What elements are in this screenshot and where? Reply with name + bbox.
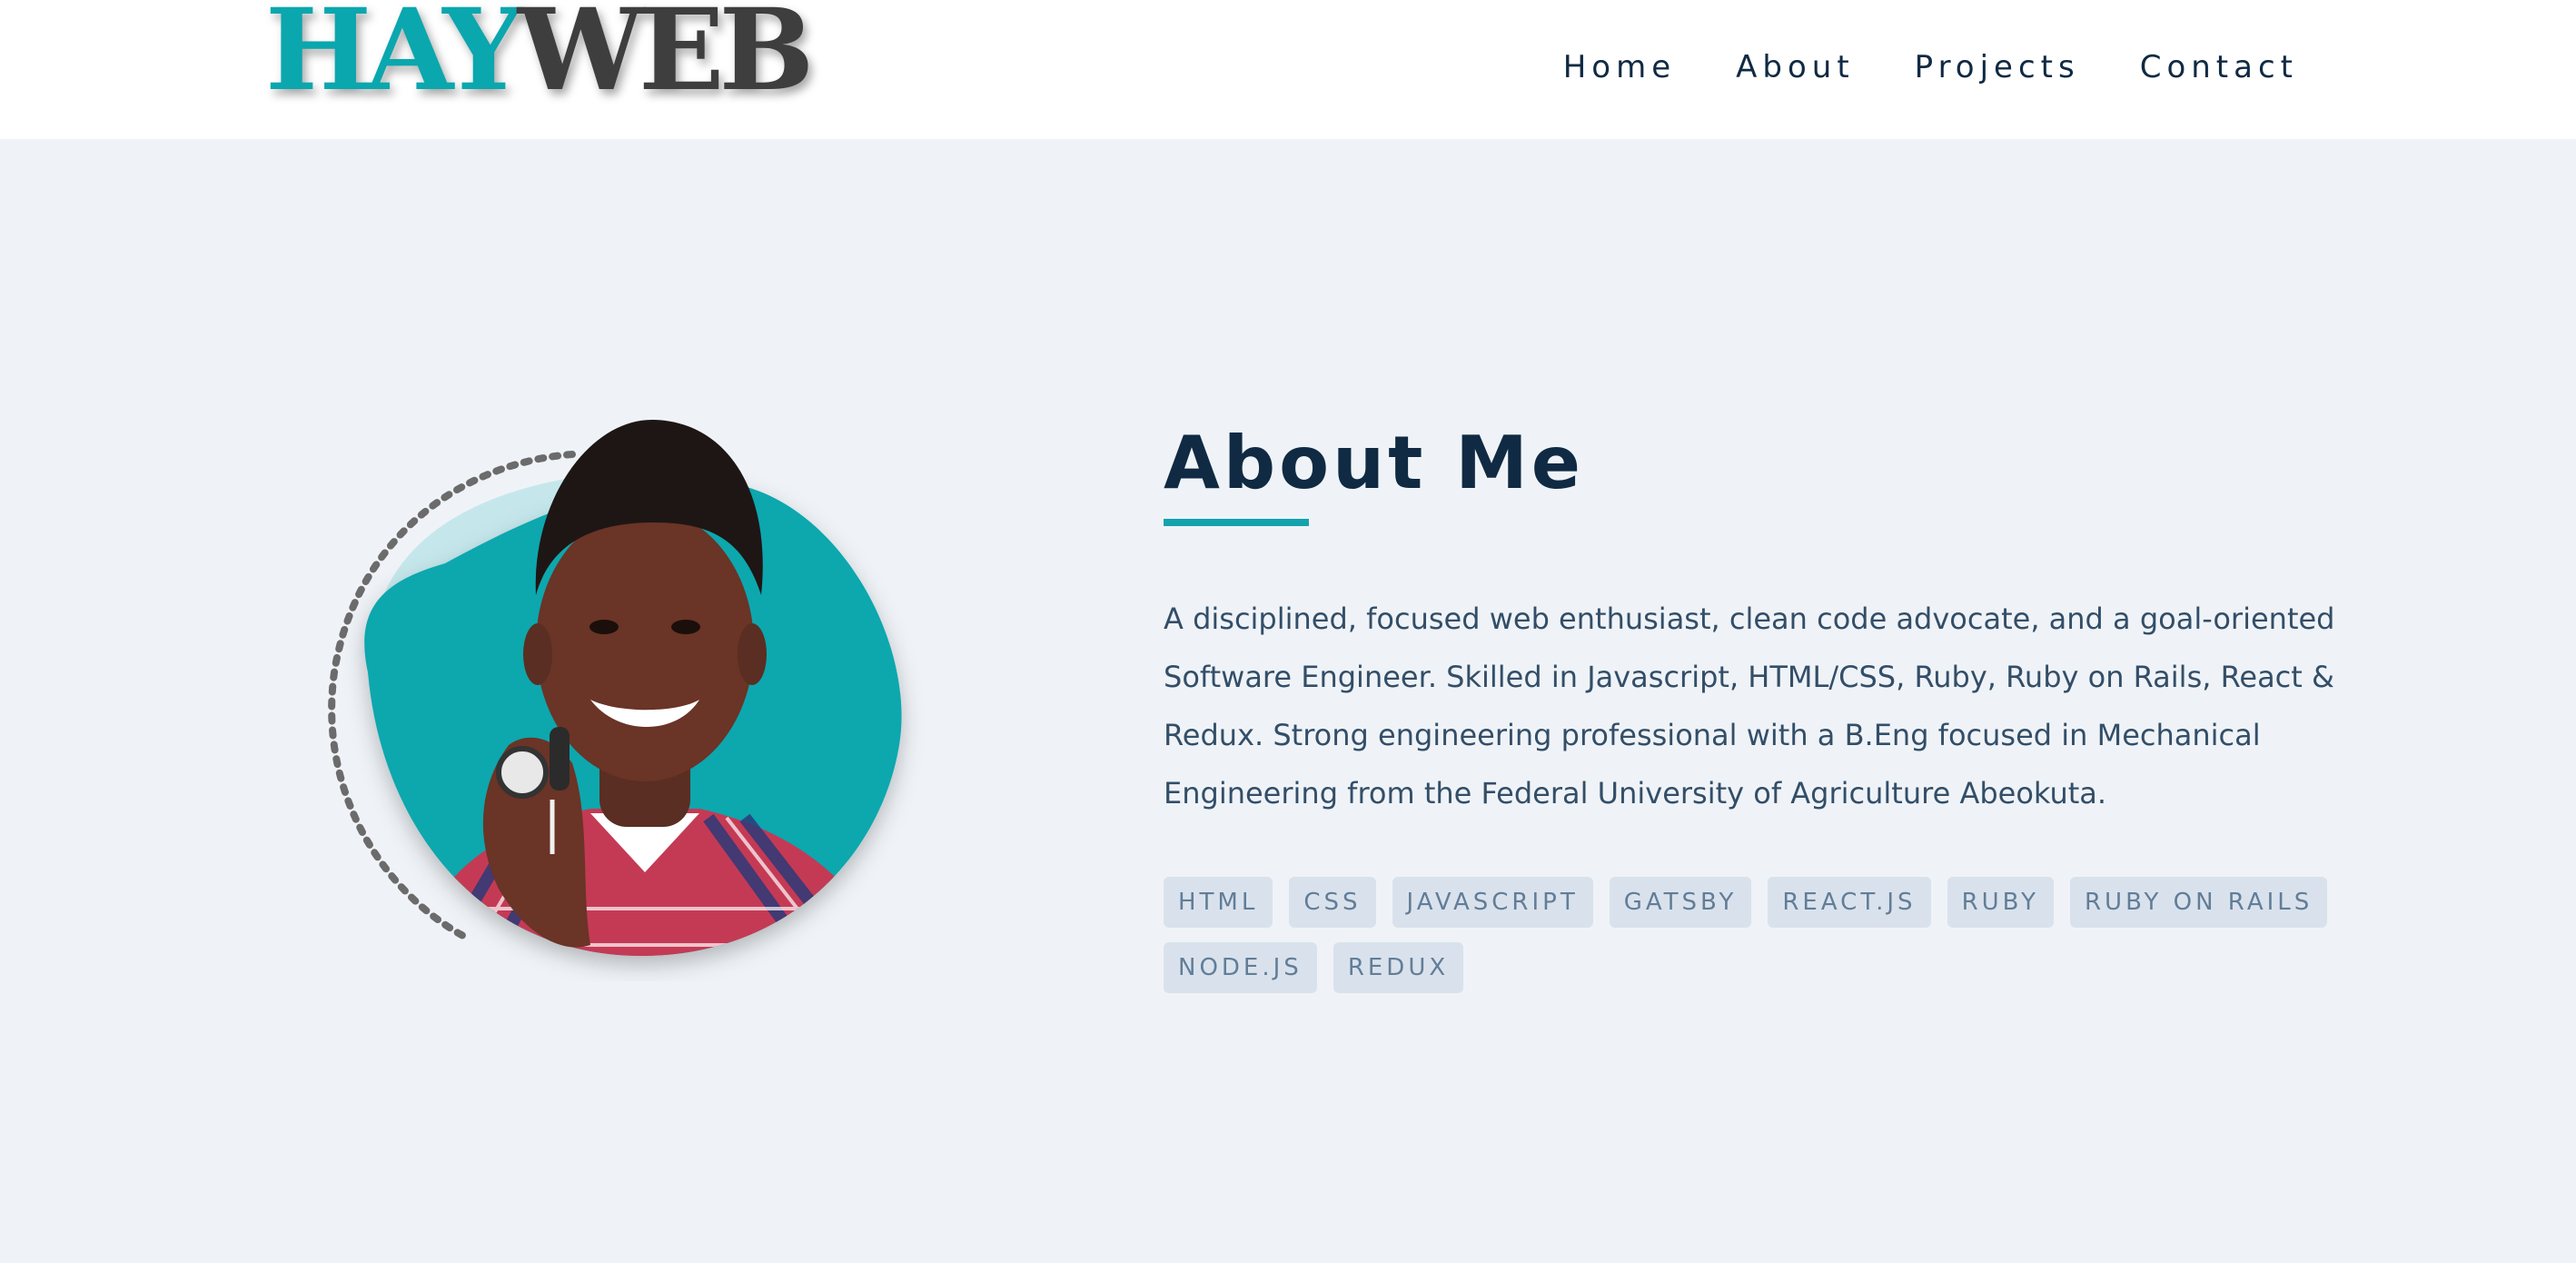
- site-header: HAYWEB Home About Projects Contact: [0, 0, 2576, 139]
- skill-tag: RUBY: [1947, 877, 2054, 928]
- profile-photo: [328, 419, 902, 957]
- site-logo[interactable]: HAYWEB: [265, 0, 814, 109]
- skill-tag: RUBY ON RAILS: [2069, 877, 2328, 928]
- nav-home[interactable]: Home: [1563, 45, 1676, 89]
- nav-contact[interactable]: Contact: [2140, 45, 2298, 89]
- about-description: A disciplined, focused web enthusiast, c…: [1164, 602, 2335, 811]
- profile-illustration: [318, 400, 936, 981]
- logo-web: WEB: [517, 0, 815, 116]
- title-underline: [1164, 519, 1309, 526]
- skill-tag: NODE.JS: [1164, 942, 1317, 993]
- about-title: About Me: [1164, 421, 1585, 505]
- skill-tag: GATSBY: [1609, 877, 1752, 928]
- skill-tag: HTML: [1164, 877, 1273, 928]
- nav-projects[interactable]: Projects: [1915, 45, 2080, 89]
- skill-tag: REACT.JS: [1768, 877, 1931, 928]
- skill-tags: HTML CSS JAVASCRIPT GATSBY REACT.JS RUBY…: [1164, 877, 2363, 993]
- skill-tag: REDUX: [1333, 942, 1464, 993]
- about-section: About Me A disciplined, focused web enth…: [1164, 413, 2363, 993]
- logo-hay: HAY: [265, 0, 523, 116]
- nav-about[interactable]: About: [1736, 45, 1855, 89]
- skill-tag: CSS: [1289, 877, 1376, 928]
- main-nav: Home About Projects Contact: [1563, 45, 2298, 89]
- skill-tag: JAVASCRIPT: [1392, 877, 1593, 928]
